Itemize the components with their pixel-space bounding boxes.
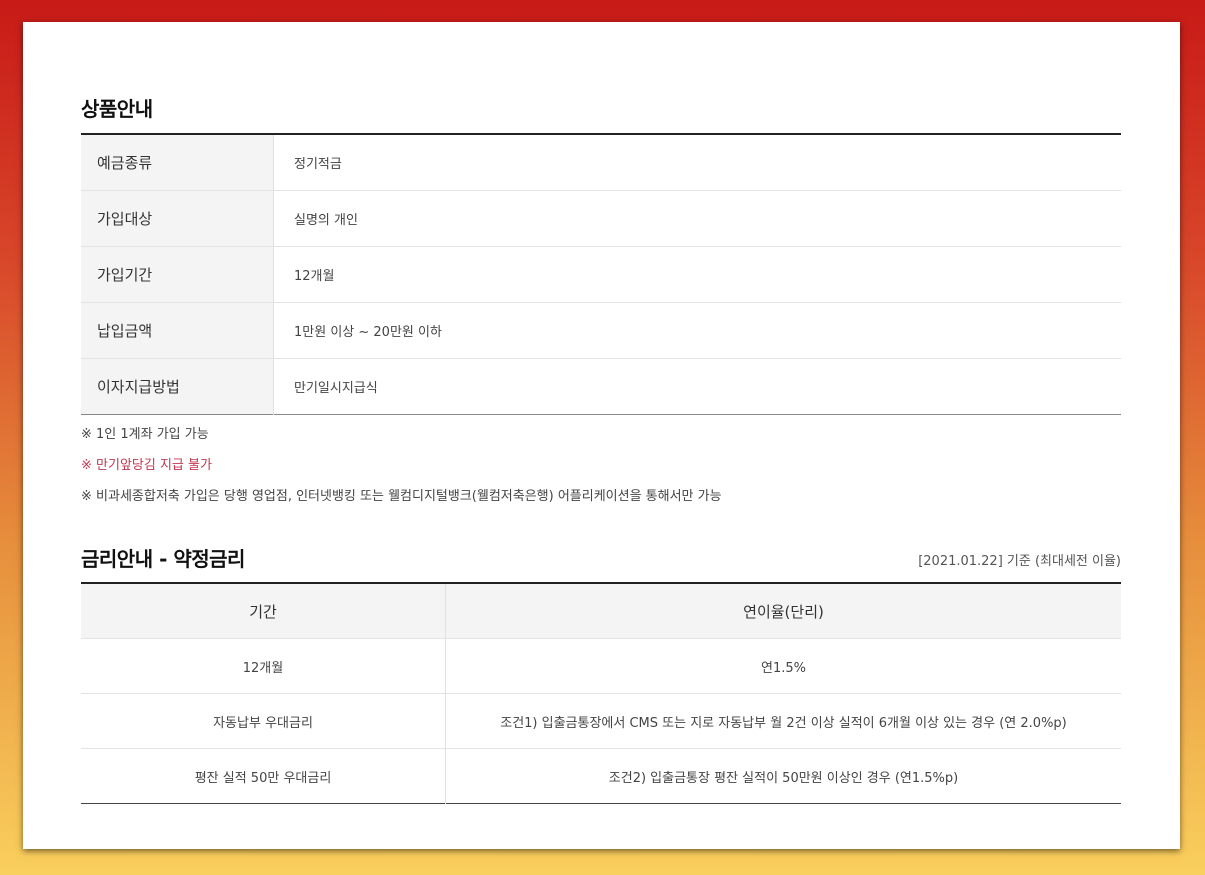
content-panel: 상품안내 예금종류 정기적금 가입대상 실명의 개인 가입기간 12개월 납입금… xyxy=(23,22,1180,849)
header-period: 기간 xyxy=(81,583,446,639)
table-row: 납입금액 1만원 이상 ~ 20만원 이하 xyxy=(81,302,1121,359)
row-value-amount: 1만원 이상 ~ 20만원 이하 xyxy=(273,302,1121,359)
note-one-account: ※ 1인 1계좌 가입 가능 xyxy=(81,427,209,442)
table-row: 가입기간 12개월 xyxy=(81,246,1121,303)
row-label-amount: 납입금액 xyxy=(81,302,274,359)
table-row: 12개월 연1.5% xyxy=(81,638,1121,694)
table-row: 가입대상 실명의 개인 xyxy=(81,190,1121,247)
row-label-term: 가입기간 xyxy=(81,246,274,303)
note-tax-free: ※ 비과세종합저축 가입은 당행 영업점, 인터넷뱅킹 또는 웰컴디지털뱅크(웰… xyxy=(81,489,722,504)
row-value-interest-method: 만기일시지급식 xyxy=(294,381,378,396)
cell-period: 평잔 실적 50만 우대금리 xyxy=(81,748,446,804)
cell-rate: 조건1) 입출금통장에서 CMS 또는 지로 자동납부 월 2건 이상 실적이 … xyxy=(445,693,1121,749)
row-value-eligibility: 실명의 개인 xyxy=(273,190,1121,247)
cell-rate: 연1.5% xyxy=(445,638,1121,694)
rate-table: 기간 연이율(단리) 12개월 연1.5% 자동납부 우대금리 조건1) 입출금… xyxy=(81,582,1121,804)
row-label-interest-method: 이자지급방법 xyxy=(81,358,274,415)
row-value-deposit-type: 정기적금 xyxy=(273,134,1121,191)
table-row: 예금종류 정기적금 xyxy=(81,134,1121,191)
notes-list: ※ 1인 1계좌 가입 가능 ※ 만기앞당김 지급 불가 ※ 비과세종합저축 가… xyxy=(81,424,722,517)
table-header-row: 기간 연이율(단리) xyxy=(81,583,1121,639)
rate-info-title: 금리안내 - 약정금리 xyxy=(81,547,245,571)
cell-period: 12개월 xyxy=(81,638,446,694)
table-row: 평잔 실적 50만 우대금리 조건2) 입출금통장 평잔 실적이 50만원 이상… xyxy=(81,748,1121,804)
table-row: 이자지급방법 만기일시지급식 xyxy=(81,358,1121,415)
rate-base-date: [2021.01.22] 기준 (최대세전 이율) xyxy=(918,554,1121,569)
product-info-title: 상품안내 xyxy=(81,97,153,121)
row-value-term: 12개월 xyxy=(273,246,1121,303)
cell-period: 자동납부 우대금리 xyxy=(81,693,446,749)
note-no-early-payment: ※ 만기앞당김 지급 불가 xyxy=(81,458,212,473)
table-row: 자동납부 우대금리 조건1) 입출금통장에서 CMS 또는 지로 자동납부 월 … xyxy=(81,693,1121,749)
product-info-table: 예금종류 정기적금 가입대상 실명의 개인 가입기간 12개월 납입금액 1만원… xyxy=(81,133,1121,415)
cell-rate: 조건2) 입출금통장 평잔 실적이 50만원 이상인 경우 (연1.5%p) xyxy=(608,770,959,786)
header-rate: 연이율(단리) xyxy=(445,583,1121,639)
row-label-eligibility: 가입대상 xyxy=(81,190,274,247)
row-label-deposit-type: 예금종류 xyxy=(81,134,274,191)
